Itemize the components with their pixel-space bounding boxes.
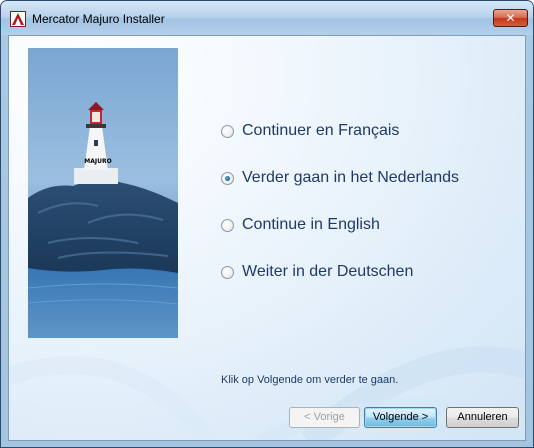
radio-de[interactable] (221, 265, 234, 279)
client-area: MAJURO Continuer en Français Verder gaan… (8, 35, 526, 441)
language-label-fr: Continuer en Français (242, 122, 400, 139)
window-title: Mercator Majuro Installer (32, 12, 165, 26)
lighthouse-image: MAJURO (28, 48, 178, 338)
cancel-button[interactable]: Annuleren (446, 407, 519, 428)
radio-nl[interactable] (221, 171, 234, 185)
title-bar[interactable]: Mercator Majuro Installer ✕ (1, 1, 533, 35)
lighthouse-sign: MAJURO (84, 158, 111, 165)
language-label-nl: Verder gaan in het Nederlands (242, 169, 460, 186)
next-button[interactable]: Volgende > (364, 407, 437, 428)
language-label-en: Continue in English (242, 216, 380, 233)
language-option-nl[interactable]: Verder gaan in het Nederlands (221, 167, 459, 189)
installer-icon (10, 11, 26, 27)
back-button[interactable]: < Vorige (289, 407, 360, 428)
language-option-fr[interactable]: Continuer en Français (221, 120, 399, 142)
radio-fr[interactable] (221, 124, 234, 138)
radio-en[interactable] (221, 218, 234, 232)
close-button[interactable]: ✕ (493, 9, 528, 27)
language-option-de[interactable]: Weiter in der Deutschen (221, 261, 413, 283)
instruction-text: Klik op Volgende om verder te gaan. (221, 374, 399, 386)
language-option-en[interactable]: Continue in English (221, 214, 380, 236)
lighthouse-banner: MAJURO (28, 48, 178, 338)
close-icon: ✕ (505, 11, 516, 25)
language-label-de: Weiter in der Deutschen (242, 263, 414, 280)
installer-window: Mercator Majuro Installer ✕ MAJURO Conti… (0, 0, 534, 448)
